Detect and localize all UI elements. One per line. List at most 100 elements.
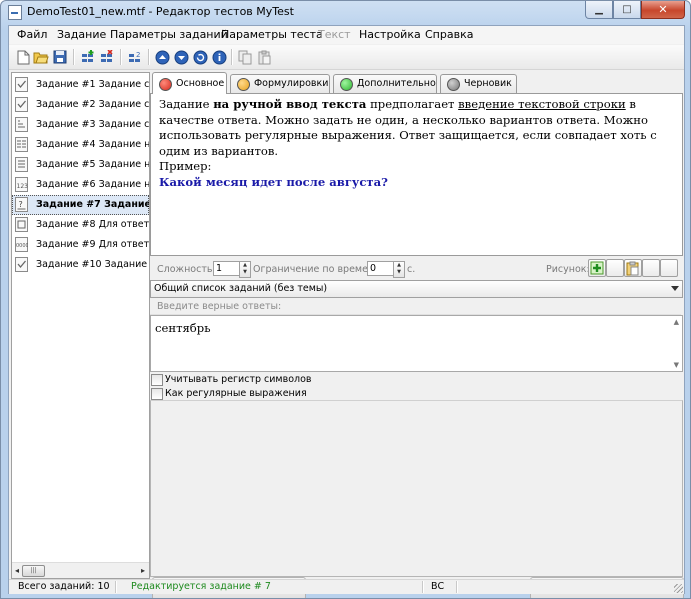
- task-text-editor[interactable]: Задание на ручной ввод текста предполага…: [150, 93, 683, 256]
- status-editing: Редактируется задание # 7: [131, 581, 271, 592]
- number-icon: 123: [15, 177, 28, 192]
- svg-text:?: ?: [19, 200, 23, 209]
- menu-test-params[interactable]: Параметры теста: [221, 28, 323, 41]
- task-order-icon: 2: [129, 51, 140, 62]
- add-task-button[interactable]: [80, 49, 96, 65]
- new-file-icon: [17, 50, 29, 64]
- picture-label: Рисунок:: [546, 264, 590, 275]
- checkbox-icon: [15, 257, 28, 272]
- case-sensitive-checkbox[interactable]: Учитывать регистр символов: [150, 373, 450, 387]
- time-limit-input[interactable]: 0: [367, 261, 395, 276]
- refresh-button[interactable]: [192, 49, 208, 65]
- svg-text:0000: 0000: [16, 243, 28, 249]
- move-up-icon: [155, 50, 169, 64]
- task-item-3[interactable]: Задание #3 Задание с ус: [12, 115, 149, 135]
- save-icon: [53, 50, 67, 64]
- tab-additional[interactable]: Дополнительно: [333, 74, 437, 93]
- list-text-icon: [15, 157, 28, 172]
- task-options-row: Сложность: 1 ▲ ▼ Ограничение по времени: …: [150, 259, 683, 279]
- minimize-button[interactable]: ▁: [585, 1, 613, 19]
- time-limit-label: Ограничение по времени:: [253, 264, 384, 275]
- move-down-button[interactable]: [173, 49, 189, 65]
- paste-picture-button[interactable]: [624, 259, 642, 277]
- maximize-button[interactable]: □: [613, 1, 641, 19]
- move-up-button[interactable]: [154, 49, 170, 65]
- paste-icon: [258, 50, 270, 64]
- task-list-hscrollbar[interactable]: ◂ ||| ▸: [12, 562, 149, 578]
- digits-icon: 0000: [15, 237, 28, 252]
- task-editor-panel: Основное Формулировки Дополнительно Черн…: [150, 72, 684, 598]
- open-button[interactable]: [33, 49, 49, 65]
- scroll-left-icon[interactable]: ◂: [12, 566, 22, 575]
- title-bar[interactable]: DemoTest01_new.mtf - Редактор тестов MyT…: [1, 1, 690, 23]
- scroll-up-icon[interactable]: ▲: [674, 318, 679, 326]
- orange-dot-icon: [237, 78, 250, 91]
- task-order-button[interactable]: 2: [127, 49, 143, 65]
- menu-settings[interactable]: Настройка: [359, 28, 421, 41]
- new-file-button[interactable]: [15, 49, 31, 65]
- add-picture-button[interactable]: [588, 259, 606, 277]
- task-item-4[interactable]: Задание #4 Задание на: [12, 135, 149, 155]
- status-caps: ВС: [431, 581, 445, 592]
- resize-grip[interactable]: [674, 584, 683, 593]
- regex-checkbox[interactable]: Как регулярные выражения: [150, 387, 450, 401]
- app-icon: [8, 5, 22, 20]
- task-item-9[interactable]: 0000 Задание #9 Для ответа: [12, 235, 149, 255]
- checkbox-unchecked-icon[interactable]: [151, 388, 163, 400]
- scroll-thumb[interactable]: |||: [22, 565, 45, 577]
- close-icon: ✕: [658, 3, 668, 16]
- menu-task[interactable]: Задание: [57, 28, 106, 41]
- menu-help[interactable]: Справка: [425, 28, 473, 41]
- move-down-icon: [174, 50, 188, 64]
- task-item-7[interactable]: ? Задание #7 Задание: [12, 195, 149, 215]
- difficulty-spinner[interactable]: ▲ ▼: [239, 261, 251, 278]
- task-list: Задание #1 Задание с о Задание #2 Задани…: [11, 72, 150, 579]
- menu-file[interactable]: Файл: [17, 28, 47, 41]
- save-button[interactable]: [52, 49, 68, 65]
- task-description: Задание на ручной ввод текста предполага…: [159, 97, 657, 189]
- close-button[interactable]: ✕: [641, 1, 685, 19]
- chevron-down-icon: [671, 286, 679, 291]
- status-bar: Всего заданий: 10 Редактируется задание …: [9, 579, 684, 594]
- delete-task-button[interactable]: [99, 49, 115, 65]
- menu-text[interactable]: Текст: [318, 28, 351, 41]
- checkbox-unchecked-icon[interactable]: [151, 374, 163, 386]
- task-item-1[interactable]: Задание #1 Задание с о: [12, 75, 149, 95]
- task-item-5[interactable]: Задание #5 Задание на: [12, 155, 149, 175]
- info-button[interactable]: [211, 49, 227, 65]
- window-controls: ▁ □ ✕: [585, 1, 685, 19]
- scroll-right-icon[interactable]: ▸: [138, 566, 148, 575]
- box-icon: [15, 217, 28, 232]
- answers-input[interactable]: сентябрь ▲ ▼: [150, 315, 683, 372]
- task-item-10[interactable]: Задание #10 Задание ти: [12, 255, 149, 275]
- checkbox-icon: [15, 97, 28, 112]
- list-order-icon: [15, 117, 28, 132]
- picture-slot-3-button[interactable]: [660, 259, 678, 277]
- difficulty-input[interactable]: 1: [213, 261, 241, 276]
- minimize-icon: ▁: [595, 4, 603, 15]
- tab-main[interactable]: Основное: [152, 72, 227, 94]
- task-item-6[interactable]: 123 Задание #6 Задание на: [12, 175, 149, 195]
- tab-formulations[interactable]: Формулировки: [230, 74, 330, 93]
- picture-slot-2-button[interactable]: [642, 259, 660, 277]
- text-input-icon: ?: [15, 197, 28, 212]
- paste-button[interactable]: [256, 49, 272, 65]
- scroll-down-icon[interactable]: ▼: [674, 361, 679, 369]
- paste-picture-icon: [626, 261, 639, 276]
- info-icon: [212, 50, 226, 64]
- difficulty-label: Сложность:: [157, 264, 216, 275]
- tab-draft[interactable]: Черновик: [440, 74, 517, 93]
- task-item-2[interactable]: Задание #2 Задание с м: [12, 95, 149, 115]
- picture-slot-button[interactable]: [606, 259, 624, 277]
- task-item-8[interactable]: Задание #8 Для ответа: [12, 215, 149, 235]
- svg-text:123: 123: [17, 183, 29, 190]
- app-window: DemoTest01_new.mtf - Редактор тестов MyT…: [0, 0, 691, 599]
- refresh-icon: [193, 50, 207, 64]
- add-picture-icon: [590, 261, 604, 275]
- time-limit-spinner[interactable]: ▲ ▼: [393, 261, 405, 278]
- menu-bar: Файл Задание Параметры заданий Параметры…: [9, 26, 684, 44]
- theme-select[interactable]: Общий список заданий (без темы): [150, 280, 683, 298]
- svg-text:2: 2: [136, 51, 140, 59]
- menu-task-params[interactable]: Параметры заданий: [110, 28, 228, 41]
- copy-button[interactable]: [237, 49, 253, 65]
